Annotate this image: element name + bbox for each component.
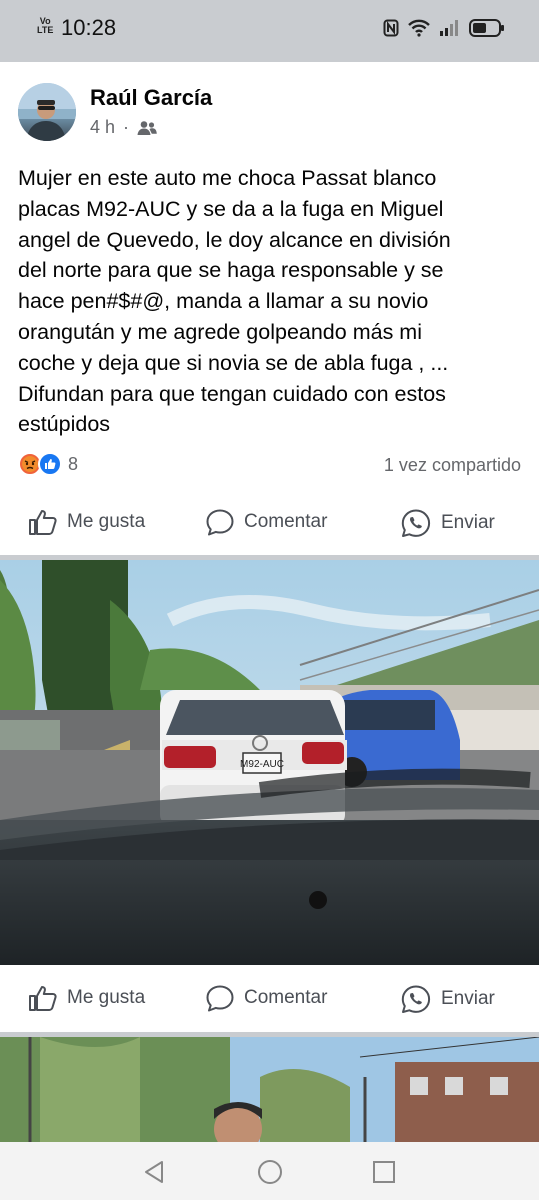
signal-icon: [440, 20, 458, 36]
whatsapp-icon: [401, 509, 431, 537]
thumbs-up-icon: [29, 986, 57, 1011]
navigation-bar: [0, 1142, 539, 1200]
next-post-photo[interactable]: [0, 1037, 539, 1142]
nfc-icon: [383, 19, 399, 37]
author-avatar[interactable]: [18, 83, 76, 141]
recents-icon[interactable]: [372, 1160, 396, 1184]
back-icon[interactable]: [143, 1160, 165, 1184]
send-whatsapp-button[interactable]: Enviar: [400, 508, 495, 538]
separator-dot: ·: [123, 117, 130, 137]
comment-button[interactable]: Comentar: [205, 508, 327, 536]
thumbs-up-icon: [29, 510, 57, 535]
post-meta: 4 h ·: [90, 117, 157, 138]
reactions-summary[interactable]: 8: [18, 452, 78, 476]
home-icon[interactable]: [257, 1159, 283, 1185]
like-button[interactable]: Me gusta: [28, 984, 145, 1012]
like-button[interactable]: Me gusta: [28, 508, 145, 536]
friends-icon: [137, 120, 157, 135]
send-whatsapp-button[interactable]: Enviar: [400, 984, 495, 1014]
comment-icon: [206, 509, 234, 536]
comment-button[interactable]: Comentar: [205, 984, 327, 1012]
wifi-icon: [408, 19, 430, 37]
author-name[interactable]: Raúl García: [90, 85, 212, 111]
post-actions-bar: Me gusta Comentar Enviar: [0, 502, 539, 542]
battery-icon: [469, 19, 504, 37]
post-text: Mujer en este auto me choca Passat blanc…: [18, 166, 451, 437]
comment-icon: [206, 985, 234, 1012]
like-reaction-icon: [38, 452, 62, 476]
status-bar: Vo LTE 10:28: [0, 0, 539, 58]
whatsapp-icon: [401, 985, 431, 1013]
plate-text: M92-AUC: [240, 759, 284, 770]
status-icons: [383, 16, 505, 40]
post-time[interactable]: 4 h: [90, 117, 115, 138]
clock: 10:28: [61, 15, 117, 40]
photo-actions-bar: Me gusta Comentar Enviar: [0, 978, 539, 1018]
reaction-count: 8: [68, 453, 79, 474]
share-count[interactable]: 1 vez compartido: [384, 455, 521, 476]
post-photo[interactable]: M92-AUC: [0, 560, 539, 965]
network-indicator: Vo LTE: [37, 16, 54, 35]
